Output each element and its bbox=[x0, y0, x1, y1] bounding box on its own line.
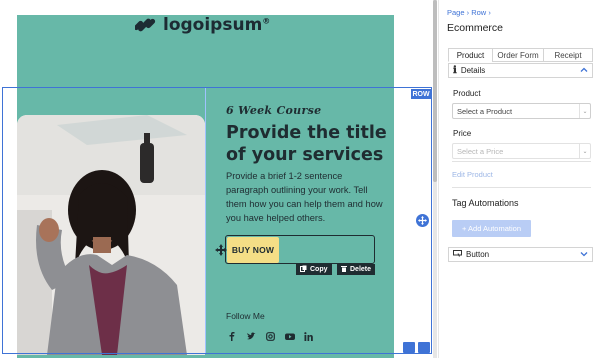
add-automation-button[interactable]: + Add Automation bbox=[452, 220, 531, 237]
row-move-icon[interactable] bbox=[416, 214, 429, 227]
row-toolbar bbox=[403, 342, 430, 353]
breadcrumb: Page › Row › bbox=[447, 8, 491, 17]
divider bbox=[452, 161, 591, 162]
product-select-value: Select a Product bbox=[457, 106, 513, 116]
tab-order-form[interactable]: Order Form bbox=[492, 48, 543, 62]
tab-product[interactable]: Product bbox=[448, 48, 492, 62]
column-divider bbox=[205, 88, 206, 353]
editor-canvas: logoipsum® 6 Week Course Provide the tit… bbox=[0, 0, 438, 358]
button-section-label: Button bbox=[466, 250, 490, 259]
button-section-icon bbox=[453, 250, 462, 259]
logo-text: logoipsum® bbox=[163, 15, 271, 35]
breadcrumb-separator: › bbox=[488, 8, 491, 17]
button-section-header[interactable]: Button bbox=[448, 247, 593, 262]
row-selection-outline[interactable] bbox=[2, 87, 432, 354]
product-select[interactable]: Select a Product ⌄ bbox=[452, 103, 591, 119]
tab-receipt[interactable]: Receipt bbox=[543, 48, 593, 62]
divider bbox=[452, 187, 591, 188]
price-select[interactable]: Select a Price ⌄ bbox=[452, 143, 591, 159]
details-section-header[interactable]: ℹ Details bbox=[448, 63, 593, 78]
row-badge[interactable]: ROW bbox=[411, 89, 431, 99]
panel-title: Ecommerce bbox=[447, 22, 504, 34]
product-label: Product bbox=[453, 89, 481, 98]
info-icon: ℹ bbox=[453, 65, 457, 76]
tag-automations-title: Tag Automations bbox=[452, 198, 519, 208]
settings-panel: Page › Row › Ecommerce Product Order For… bbox=[438, 0, 600, 358]
chevron-down-icon: ⌄ bbox=[579, 104, 590, 118]
chevron-down-icon: ⌄ bbox=[579, 144, 590, 158]
breadcrumb-page[interactable]: Page bbox=[447, 8, 465, 17]
row-copy-icon[interactable] bbox=[403, 342, 415, 353]
price-select-value: Select a Price bbox=[457, 146, 504, 156]
details-label: Details bbox=[460, 66, 486, 75]
panel-tabs: Product Order Form Receipt bbox=[448, 48, 593, 62]
canvas-scroll-thumb[interactable] bbox=[433, 0, 437, 182]
price-label: Price bbox=[453, 129, 472, 138]
logo-mark-icon bbox=[133, 14, 157, 36]
logo: logoipsum® bbox=[133, 14, 271, 36]
edit-product-link[interactable]: Edit Product bbox=[452, 170, 493, 179]
chevron-up-icon bbox=[580, 66, 588, 74]
breadcrumb-row[interactable]: Row bbox=[471, 8, 486, 17]
chevron-down-icon bbox=[580, 250, 588, 258]
row-delete-icon[interactable] bbox=[418, 342, 430, 353]
